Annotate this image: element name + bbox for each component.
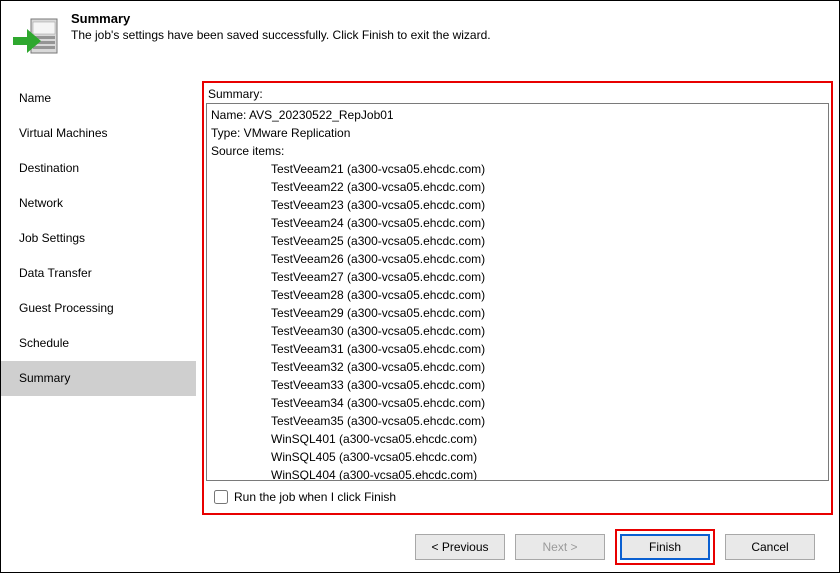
sidebar-item-summary[interactable]: Summary <box>1 361 196 396</box>
summary-source-item: TestVeeam26 (a300-vcsa05.ehcdc.com) <box>211 250 824 268</box>
summary-source-item: TestVeeam22 (a300-vcsa05.ehcdc.com) <box>211 178 824 196</box>
highlight-box: Summary: Name: AVS_20230522_RepJob01Type… <box>202 81 833 515</box>
summary-source-item: TestVeeam30 (a300-vcsa05.ehcdc.com) <box>211 322 824 340</box>
finish-button-highlight: Finish <box>615 529 715 565</box>
page-title: Summary <box>71 11 829 26</box>
summary-source-item: TestVeeam25 (a300-vcsa05.ehcdc.com) <box>211 232 824 250</box>
previous-button[interactable]: < Previous <box>415 534 505 560</box>
wizard-header: Summary The job's settings have been sav… <box>1 1 839 75</box>
summary-source-item: TestVeeam33 (a300-vcsa05.ehcdc.com) <box>211 376 824 394</box>
summary-source-item: TestVeeam31 (a300-vcsa05.ehcdc.com) <box>211 340 824 358</box>
wizard-steps-sidebar: NameVirtual MachinesDestinationNetworkJo… <box>1 75 196 515</box>
sidebar-item-schedule[interactable]: Schedule <box>1 326 196 361</box>
summary-source-item: TestVeeam21 (a300-vcsa05.ehcdc.com) <box>211 160 824 178</box>
sidebar-item-data-transfer[interactable]: Data Transfer <box>1 256 196 291</box>
summary-line-source-header: Source items: <box>211 142 824 160</box>
sidebar-item-network[interactable]: Network <box>1 186 196 221</box>
wizard-content: Summary: Name: AVS_20230522_RepJob01Type… <box>196 75 839 515</box>
summary-source-item: TestVeeam27 (a300-vcsa05.ehcdc.com) <box>211 268 824 286</box>
run-on-finish-label: Run the job when I click Finish <box>234 490 396 504</box>
cancel-button[interactable]: Cancel <box>725 534 815 560</box>
summary-source-item: TestVeeam32 (a300-vcsa05.ehcdc.com) <box>211 358 824 376</box>
summary-source-item: TestVeeam23 (a300-vcsa05.ehcdc.com) <box>211 196 824 214</box>
page-subtitle: The job's settings have been saved succe… <box>71 28 829 42</box>
run-on-finish-row[interactable]: Run the job when I click Finish <box>206 481 829 509</box>
summary-source-item: WinSQL404 (a300-vcsa05.ehcdc.com) <box>211 466 824 481</box>
sidebar-item-job-settings[interactable]: Job Settings <box>1 221 196 256</box>
wizard-body: NameVirtual MachinesDestinationNetworkJo… <box>1 75 839 515</box>
summary-source-item: WinSQL405 (a300-vcsa05.ehcdc.com) <box>211 448 824 466</box>
summary-source-item: TestVeeam35 (a300-vcsa05.ehcdc.com) <box>211 412 824 430</box>
summary-source-item: TestVeeam28 (a300-vcsa05.ehcdc.com) <box>211 286 824 304</box>
sidebar-item-destination[interactable]: Destination <box>1 151 196 186</box>
sidebar-item-guest-processing[interactable]: Guest Processing <box>1 291 196 326</box>
wizard-button-bar: < Previous Next > Finish Cancel <box>1 522 839 572</box>
run-on-finish-checkbox[interactable] <box>214 490 228 504</box>
summary-icon <box>11 13 59 61</box>
summary-line-type: Type: VMware Replication <box>211 124 824 142</box>
summary-label: Summary: <box>208 87 829 101</box>
summary-source-item: WinSQL401 (a300-vcsa05.ehcdc.com) <box>211 430 824 448</box>
summary-line-name: Name: AVS_20230522_RepJob01 <box>211 106 824 124</box>
summary-source-item: TestVeeam29 (a300-vcsa05.ehcdc.com) <box>211 304 824 322</box>
sidebar-item-virtual-machines[interactable]: Virtual Machines <box>1 116 196 151</box>
summary-textbox[interactable]: Name: AVS_20230522_RepJob01Type: VMware … <box>206 103 829 481</box>
sidebar-item-name[interactable]: Name <box>1 81 196 116</box>
summary-source-item: TestVeeam24 (a300-vcsa05.ehcdc.com) <box>211 214 824 232</box>
finish-button[interactable]: Finish <box>620 534 710 560</box>
summary-source-item: TestVeeam34 (a300-vcsa05.ehcdc.com) <box>211 394 824 412</box>
next-button: Next > <box>515 534 605 560</box>
